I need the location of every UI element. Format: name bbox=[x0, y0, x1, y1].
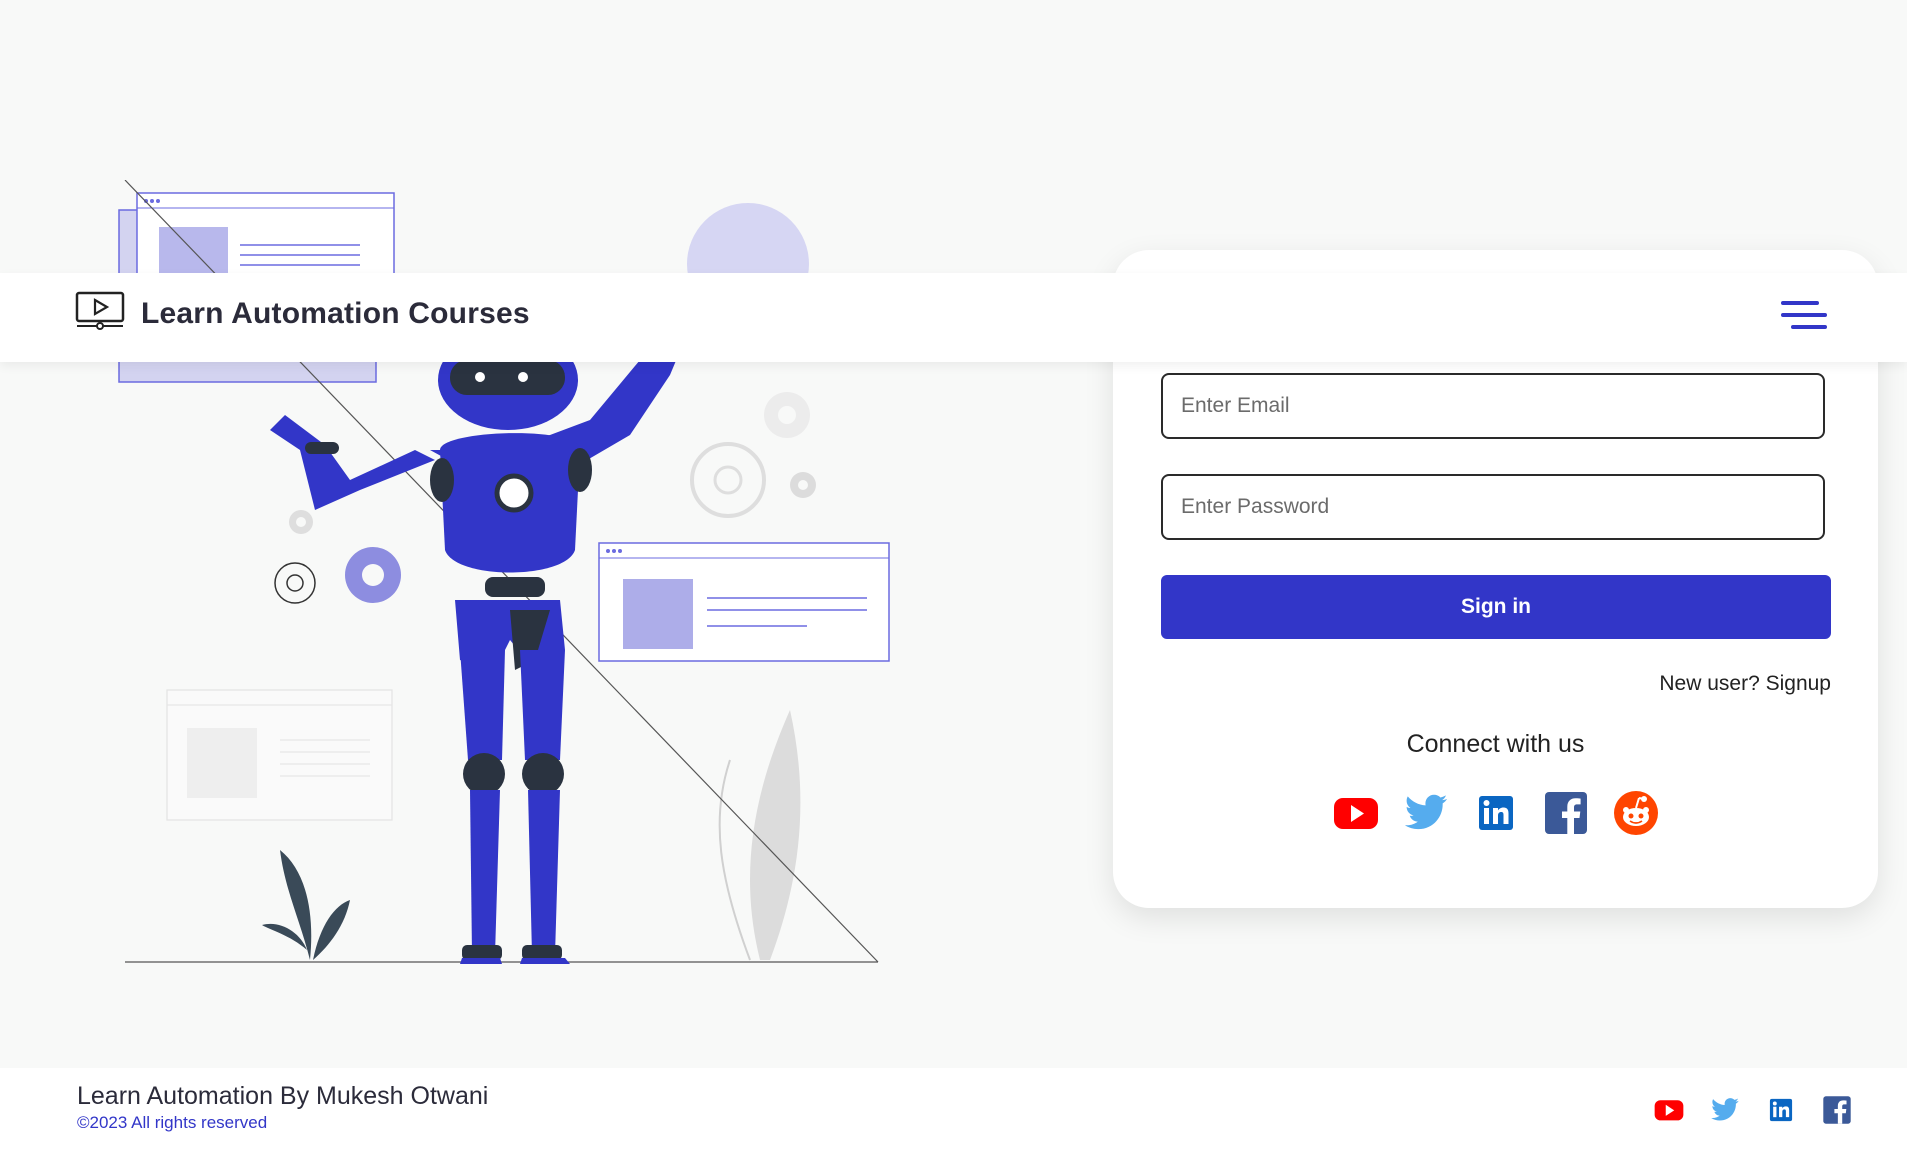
facebook-icon[interactable] bbox=[1822, 1095, 1852, 1125]
hamburger-menu-icon[interactable] bbox=[1779, 295, 1829, 335]
youtube-icon[interactable] bbox=[1333, 790, 1379, 836]
social-links bbox=[1113, 790, 1878, 836]
footer-social-links bbox=[1654, 1095, 1852, 1125]
brand[interactable]: Learn Automation Courses bbox=[75, 291, 530, 336]
connect-heading: Connect with us bbox=[1406, 730, 1585, 758]
facebook-icon[interactable] bbox=[1543, 790, 1589, 836]
twitter-icon[interactable] bbox=[1710, 1095, 1740, 1125]
site-title: Learn Automation Courses bbox=[141, 296, 530, 330]
play-monitor-icon bbox=[75, 291, 125, 336]
footer: Learn Automation By Mukesh Otwani ©2023 … bbox=[0, 1068, 1907, 1151]
footer-title: Learn Automation By Mukesh Otwani bbox=[77, 1082, 489, 1110]
email-field[interactable] bbox=[1161, 373, 1825, 439]
footer-copyright: ©2023 All rights reserved bbox=[77, 1113, 268, 1132]
linkedin-icon[interactable] bbox=[1473, 790, 1519, 836]
signup-link[interactable]: New user? Signup bbox=[1659, 672, 1831, 696]
password-field[interactable] bbox=[1161, 474, 1825, 540]
youtube-icon[interactable] bbox=[1654, 1095, 1684, 1125]
reddit-icon[interactable] bbox=[1613, 790, 1659, 836]
twitter-icon[interactable] bbox=[1403, 790, 1449, 836]
sign-in-button[interactable]: Sign in bbox=[1161, 575, 1831, 639]
top-navbar: Learn Automation Courses bbox=[0, 273, 1907, 362]
linkedin-icon[interactable] bbox=[1766, 1095, 1796, 1125]
